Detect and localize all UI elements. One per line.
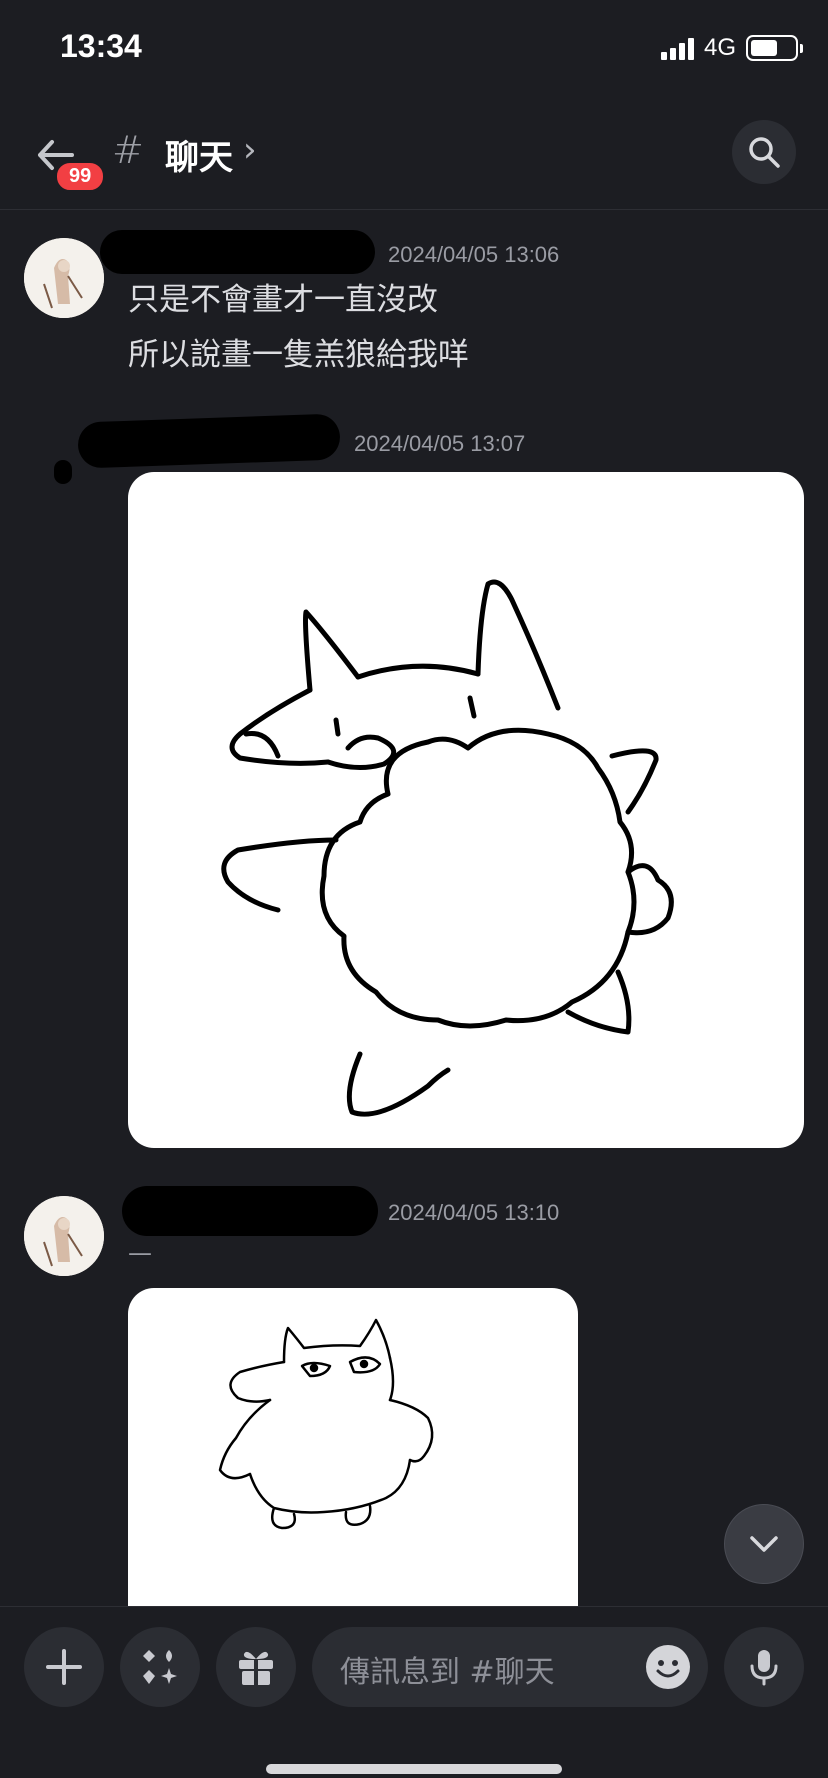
channel-hash-icon: # [112,128,144,172]
fox-doodle [218,1318,434,1530]
unread-badge: 99 [54,160,107,193]
status-time: 13:34 [60,28,142,64]
search-icon [749,137,780,168]
apps-icon [143,1650,177,1684]
message-timestamp: 2024/04/05 13:07 [354,431,526,456]
apps-button[interactable] [120,1627,200,1707]
avatar[interactable] [24,1196,104,1276]
plus-icon [46,1649,82,1685]
message-text: — [128,1239,152,1267]
battery-icon [746,35,803,61]
redacted-username [100,230,375,274]
redacted-username [54,460,72,484]
message-item[interactable]: 2024/04/05 13:10 — [0,1186,828,1618]
microphone-icon [750,1650,778,1686]
redacted-username [122,1186,378,1236]
status-indicators: 4G [660,34,803,62]
message-composer: 傳訊息到 #聊天 [0,1606,828,1778]
add-attachment-button[interactable] [24,1627,104,1707]
wolf-drawing [221,579,674,1117]
message-item[interactable]: 2024/04/05 13:07 [0,412,828,1152]
home-indicator[interactable] [266,1764,562,1774]
chevron-down-icon [750,1536,778,1552]
message-text: 所以說畫一隻羔狼給我咩 [128,337,469,373]
voice-message-button[interactable] [724,1627,804,1707]
scroll-to-bottom-button[interactable] [724,1504,804,1584]
signal-icon [660,36,694,60]
message-input[interactable]: 傳訊息到 #聊天 [312,1627,708,1707]
message-text: 只是不會畫才一直沒改 [128,282,438,318]
image-attachment[interactable] [128,472,804,1148]
message-timestamp: 2024/04/05 13:10 [388,1200,560,1225]
status-bar: 13:34 4G [0,0,828,100]
image-attachment[interactable] [128,1288,578,1618]
avatar[interactable] [24,238,104,318]
channel-title[interactable]: 聊天 [165,130,233,179]
redacted-username [77,413,341,469]
gift-icon [239,1651,273,1685]
gift-button[interactable] [216,1627,296,1707]
chevron-right-icon[interactable]: › [243,130,257,170]
emoji-icon [656,1660,680,1678]
emoji-button[interactable] [646,1645,690,1689]
message-timestamp: 2024/04/05 13:06 [388,242,560,267]
network-type: 4G [703,34,736,61]
message-input-placeholder: 傳訊息到 #聊天 [340,1655,555,1690]
channel-header: 99 # 聊天 › [0,100,828,210]
message-item[interactable]: 2024/04/05 13:06 只是不會畫才一直沒改 所以說畫一隻羔狼給我咩 [0,228,828,398]
search-button[interactable] [732,120,796,184]
